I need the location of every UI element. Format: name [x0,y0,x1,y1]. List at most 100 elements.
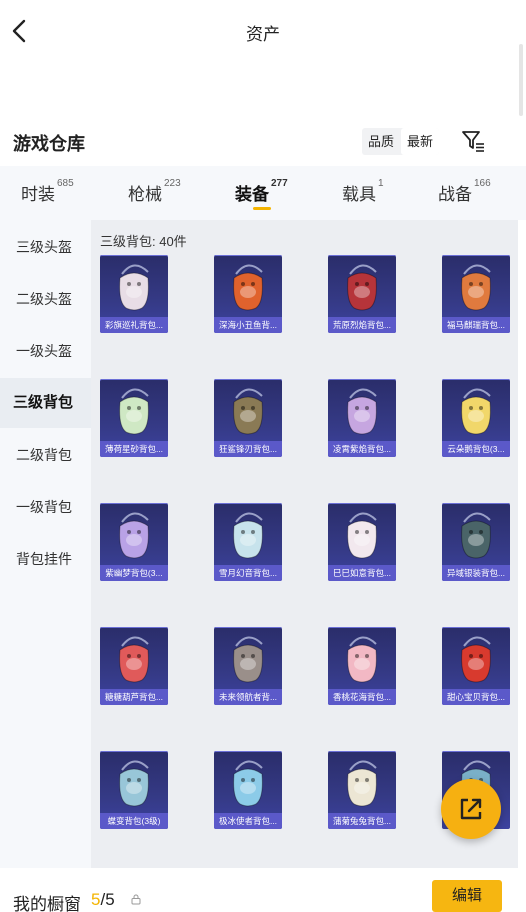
sort-option-quality[interactable]: 品质 [362,128,400,155]
tab-firearms[interactable]: 枪械223 [128,178,181,205]
item-grid: 三级背包: 40件 彩旗巡礼背包... 深海小丑鱼背... 荒原烈焰背包... 福马麒… [91,220,518,868]
showcase-label: 我的橱窗 [13,895,81,912]
backpack-item-card[interactable]: 深海小丑鱼背... [214,255,282,333]
backpack-item-card[interactable]: 凌霄紫焰背包... [328,379,396,457]
item-name-label: 极冰使者背包... [214,813,282,829]
scrollbar[interactable] [519,44,523,116]
backpack-image [347,264,377,311]
backpack-item-card[interactable]: 糖糖葫芦背包... [100,627,168,705]
tab-count: 223 [164,178,181,189]
sidebar-item-level1-helmet[interactable]: 一级头盔 [0,326,91,376]
backpack-item-card[interactable]: 荒原烈焰背包... [328,255,396,333]
sort-option-latest[interactable]: 最新 [401,128,440,155]
backpack-image [119,264,149,311]
backpack-image [347,760,377,807]
backpack-image [347,388,377,435]
backpack-item-card[interactable]: 蒲菊兔兔背包... [328,751,396,829]
backpack-image [461,388,491,435]
backpack-item-card[interactable]: 异域银装背包... [442,503,510,581]
item-name-label: 薄荷星砂背包... [100,441,168,457]
backpack-image [119,636,149,683]
tab-count: 277 [271,178,288,189]
sidebar-item-level3-helmet[interactable]: 三级头盔 [0,222,91,272]
sidebar-item-level2-backpack[interactable]: 二级背包 [0,430,91,480]
showcase-bar: 我的橱窗 5/5 编辑 [0,868,526,912]
backpack-item-card[interactable]: 薄荷星砂背包... [100,379,168,457]
backpack-image [461,264,491,311]
backpack-item-card[interactable]: 狂鲨锋刃背包... [214,379,282,457]
active-tab-indicator [253,207,271,210]
item-name-label: 异域银装背包... [442,565,510,581]
item-name-label: 狂鲨锋刃背包... [214,441,282,457]
backpack-image [233,388,263,435]
item-name-label: 紫幽梦背包(3... [100,565,168,581]
backpack-item-card[interactable]: 香桃花海背包... [328,627,396,705]
item-name-label: 巳巳如意背包... [328,565,396,581]
backpack-item-card[interactable]: 雪月幻音背包... [214,503,282,581]
tab-label: 战备 [438,185,472,204]
tab-vehicles[interactable]: 载具1 [342,178,384,205]
backpack-image [119,760,149,807]
item-name-label: 未来领航者背... [214,689,282,705]
sidebar-item-level1-backpack[interactable]: 一级背包 [0,482,91,532]
tab-combat-supplies[interactable]: 战备166 [438,178,491,205]
share-button[interactable] [441,779,501,839]
item-name-label: 福马麒瑞背包... [442,317,510,333]
backpack-image [119,388,149,435]
tab-equipment[interactable]: 装备277 [235,178,288,205]
sidebar-item-level2-helmet[interactable]: 二级头盔 [0,274,91,324]
item-name-label: 云朵鹅背包(3... [442,441,510,457]
backpack-image [347,636,377,683]
sort-toggle: 品质 最新 [362,128,440,155]
sidebar-item-level3-backpack[interactable]: 三级背包 [0,378,91,428]
share-external-icon [460,798,482,820]
item-name-label: 深海小丑鱼背... [214,317,282,333]
tab-label: 枪械 [128,185,162,204]
backpack-image [233,636,263,683]
backpack-image [347,512,377,559]
backpack-item-card[interactable]: 紫幽梦背包(3... [100,503,168,581]
item-name-label: 甜心宝贝背包... [442,689,510,705]
top-bar: 资产 [0,0,526,62]
tab-label: 装备 [235,185,269,204]
item-count-label: 三级背包: 40件 [100,234,187,249]
edit-button[interactable]: 编辑 [432,880,502,912]
tab-fashion[interactable]: 时装685 [21,178,74,205]
page-title: 资产 [246,25,280,44]
backpack-image [233,264,263,311]
backpack-item-card[interactable]: 巳巳如意背包... [328,503,396,581]
tab-label: 时装 [21,185,55,204]
item-name-label: 雪月幻音背包... [214,565,282,581]
showcase-total-count: /5 [100,890,115,909]
backpack-item-card[interactable]: 未来领航者背... [214,627,282,705]
backpack-item-card[interactable]: 蝶变背包(3级) [100,751,168,829]
backpack-item-card[interactable]: 甜心宝贝背包... [442,627,510,705]
backpack-item-card[interactable]: 福马麒瑞背包... [442,255,510,333]
item-name-label: 香桃花海背包... [328,689,396,705]
subcategory-sidebar: 三级头盔 二级头盔 一级头盔 三级背包 二级背包 一级背包 背包挂件 [0,220,91,868]
backpack-image [119,512,149,559]
item-name-label: 彩旗巡礼背包... [100,317,168,333]
backpack-item-card[interactable]: 极冰使者背包... [214,751,282,829]
warehouse-title: 游戏仓库 [13,134,85,154]
tab-count: 685 [57,178,74,189]
item-name-label: 荒原烈焰背包... [328,317,396,333]
item-name-label: 蝶变背包(3级) [100,813,168,829]
tab-count: 1 [378,178,384,189]
backpack-image [461,636,491,683]
tab-count: 166 [474,178,491,189]
item-name-label: 糖糖葫芦背包... [100,689,168,705]
backpack-item-card[interactable]: 云朵鹅背包(3... [442,379,510,457]
tab-label: 载具 [342,185,376,204]
item-name-label: 蒲菊兔兔背包... [328,813,396,829]
item-name-label: 凌霄紫焰背包... [328,441,396,457]
sidebar-item-backpack-charm[interactable]: 背包挂件 [0,534,91,584]
showcase-count: 5/5 [91,890,115,910]
category-tabs: 时装685 枪械223 装备277 载具1 战备166 [0,166,526,220]
filter-button[interactable] [459,127,487,155]
backpack-item-card[interactable]: 彩旗巡礼背包... [100,255,168,333]
lock-icon [131,894,141,905]
backpack-image [461,512,491,559]
warehouse-header: 游戏仓库 品质 最新 [0,118,526,166]
backpack-image [233,760,263,807]
